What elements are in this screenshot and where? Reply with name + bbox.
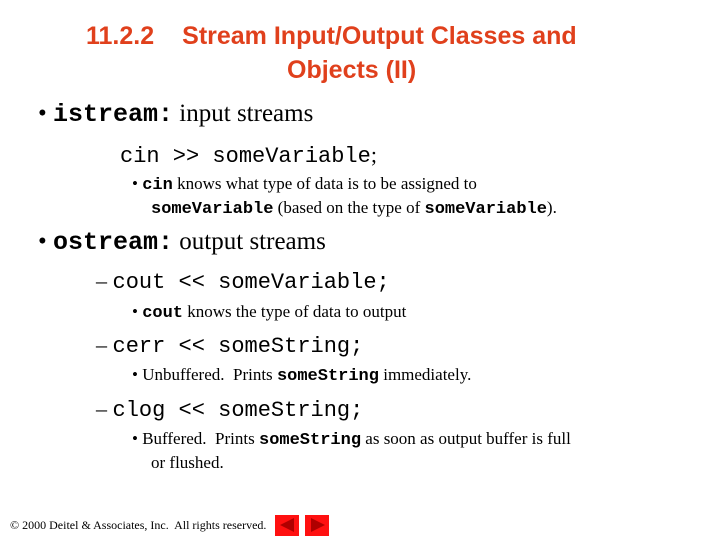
sub-bullet-marker: • xyxy=(132,302,138,321)
sub-bullet-marker: • xyxy=(132,174,138,193)
cout-inline-code: cout xyxy=(142,304,184,323)
next-slide-button[interactable] xyxy=(305,515,329,536)
clog-explanation-line1: • Buffered. Prints someString as soon as… xyxy=(132,429,571,450)
cerr-pre-text: Unbuffered. Prints xyxy=(142,365,277,384)
closing-paren: ). xyxy=(546,198,557,217)
title-text-line1: Stream Input/Output Classes and xyxy=(182,22,577,50)
cout-item: – cout << someVariable; xyxy=(96,268,390,295)
cerr-item: – cerr << someString; xyxy=(96,332,363,359)
dash-marker: – xyxy=(96,332,107,357)
ostream-code: ostream: xyxy=(53,228,174,257)
dash-marker: – xyxy=(96,268,107,293)
cout-explanation: • cout knows the type of data to output xyxy=(132,302,406,323)
istream-text: input streams xyxy=(173,100,314,127)
copyright-notice: © 2000 Deitel & Associates, Inc. All rig… xyxy=(10,518,267,532)
somevariable-code-2: someVariable xyxy=(424,200,547,219)
clog-item: – clog << someString; xyxy=(96,396,363,423)
bullet-ostream: • ostream: output streams xyxy=(38,228,326,257)
cin-explanation-line1: • cin knows what type of data is to be a… xyxy=(132,174,477,195)
sub-bullet-marker: • xyxy=(132,429,138,448)
slide-title-line2: Objects (II) xyxy=(287,56,417,84)
next-slide-icon xyxy=(311,518,325,532)
cout-explanation-text: knows the type of data to output xyxy=(183,302,407,321)
istream-code: istream: xyxy=(53,100,174,129)
cerr-explanation: • Unbuffered. Prints someString immediat… xyxy=(132,365,471,386)
somestring-code: someString xyxy=(259,431,362,450)
cin-code-line: cin >> someVariable; xyxy=(120,142,377,169)
cin-explanation-text: knows what type of data is to be assigne… xyxy=(172,174,477,193)
dash-marker: – xyxy=(96,396,107,421)
bullet-marker: • xyxy=(38,100,47,127)
cerr-code: cerr << someString; xyxy=(112,334,364,359)
ostream-text: output streams xyxy=(173,228,326,255)
clog-pre-text: Buffered. Prints xyxy=(142,429,259,448)
clog-explanation-line2: or flushed. xyxy=(151,453,224,472)
based-on-text: (based on the type of xyxy=(273,198,425,217)
clog-code: clog << someString; xyxy=(112,398,364,423)
somestring-code: someString xyxy=(276,367,379,386)
cerr-post-text: immediately. xyxy=(378,365,472,384)
cin-inline-code: cin xyxy=(142,176,173,195)
section-number: 11.2.2 xyxy=(86,22,155,50)
clog-post-text: as soon as output buffer is full xyxy=(361,429,571,448)
previous-slide-icon xyxy=(280,518,294,532)
cin-semicolon: ; xyxy=(370,142,377,167)
bullet-marker: • xyxy=(38,228,47,255)
slide-title-line1: 11.2.2 Stream Input/Output Classes and xyxy=(86,20,577,52)
previous-slide-button[interactable] xyxy=(275,515,299,536)
bullet-istream: • istream: input streams xyxy=(38,100,313,129)
cin-explanation-line2: someVariable (based on the type of someV… xyxy=(151,198,557,219)
sub-bullet-marker: • xyxy=(132,365,138,384)
somevariable-code-1: someVariable xyxy=(151,200,274,219)
cin-code: cin >> someVariable xyxy=(120,144,371,169)
cout-code: cout << someVariable; xyxy=(112,270,390,295)
